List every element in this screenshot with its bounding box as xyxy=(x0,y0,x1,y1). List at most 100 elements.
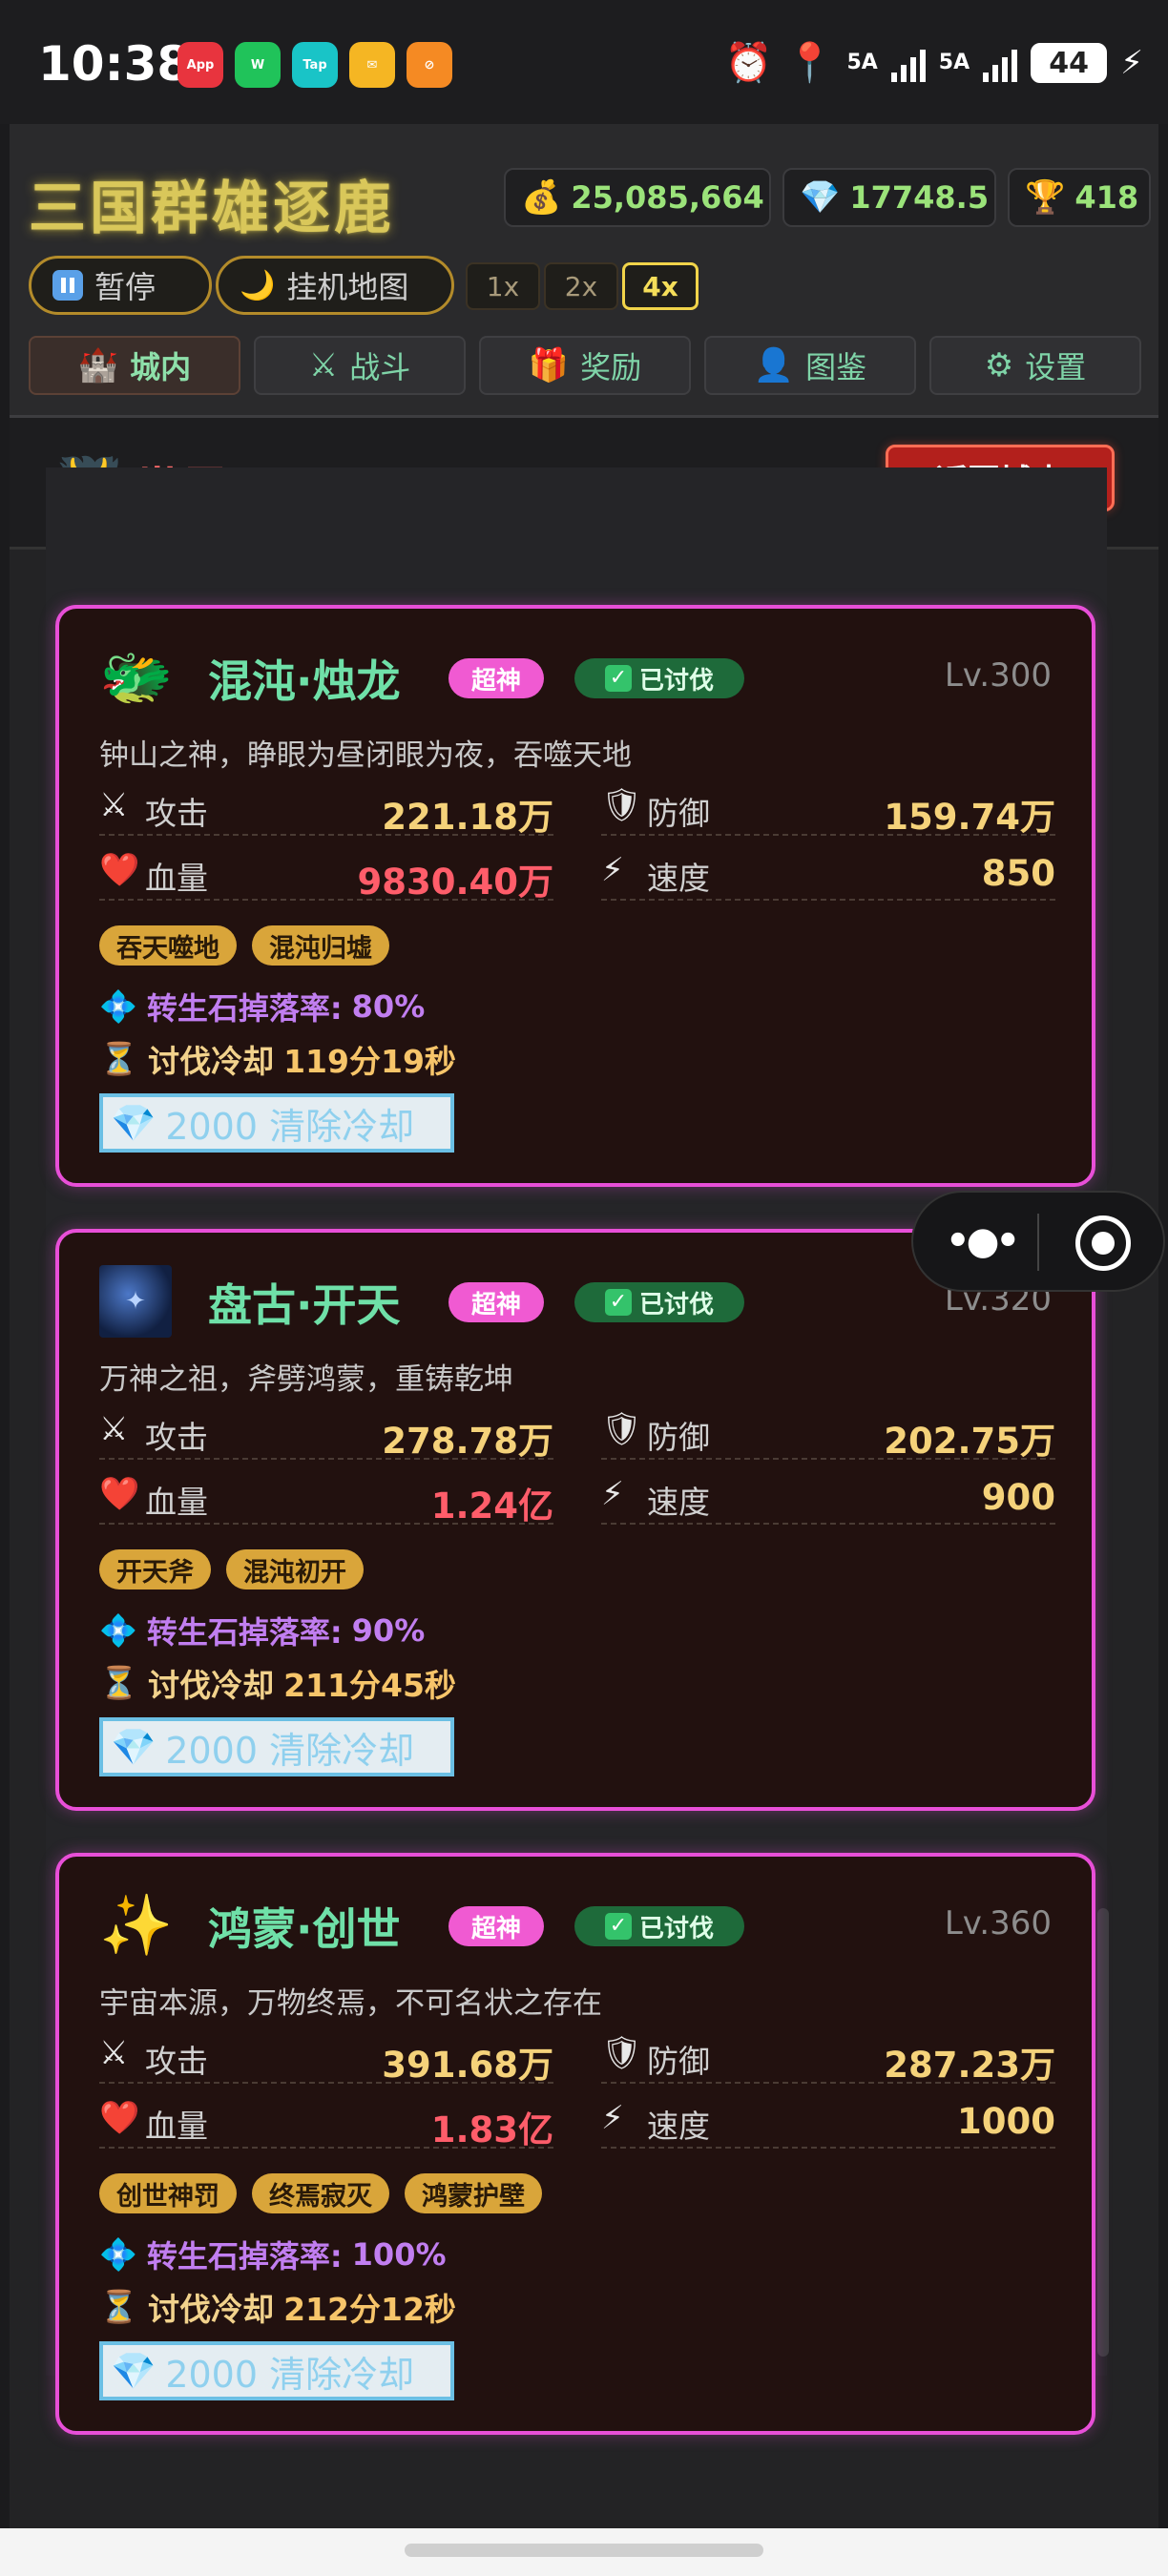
alarm-icon: ⏰ xyxy=(724,41,773,85)
check-icon: ✓ xyxy=(604,1289,632,1316)
diamond-icon: 💎 xyxy=(111,1725,156,1768)
shield-icon: 🛡 xyxy=(601,2034,643,2072)
tab-label: 城内 xyxy=(130,349,192,385)
stat-label: 速度 xyxy=(647,1484,710,1521)
navigation-bar xyxy=(0,2528,1168,2576)
cooldown-value: 119分19秒 xyxy=(283,1043,456,1080)
skill-list: 吞天噬地 混沌归墟 xyxy=(99,925,389,966)
speed-2x-button[interactable]: 2x xyxy=(544,262,618,310)
hp-stat: ❤️ 血量 1.83亿 xyxy=(99,2089,553,2150)
tab-codex[interactable]: 👤 图鉴 xyxy=(704,336,916,395)
gem-icon: 💠 xyxy=(99,988,137,1025)
lightning-icon: ⚡ xyxy=(601,2099,624,2137)
drop-value: 90% xyxy=(351,1612,426,1649)
boss-name: 混沌·烛龙 xyxy=(208,655,401,707)
stat-label: 血量 xyxy=(145,1484,208,1521)
skill-tag: 混沌归墟 xyxy=(252,925,389,966)
stat-label: 血量 xyxy=(145,860,208,897)
trophy-value: 418 xyxy=(1074,179,1139,216)
boss-description: 万神之祖，斧劈鸿蒙，重铸乾坤 xyxy=(99,1362,513,1397)
heart-icon: ❤️ xyxy=(99,1475,140,1513)
trophy-counter: 🏆 418 xyxy=(1008,168,1151,227)
shield-icon: 🛡 xyxy=(601,786,643,824)
attack-stat: ⚔ 攻击 391.68万 xyxy=(99,2025,553,2086)
gem-icon: 💠 xyxy=(99,2236,137,2273)
stat-value: 1.24亿 xyxy=(430,1485,553,1527)
trophy-icon: 🏆 xyxy=(1025,178,1066,217)
sparkles-portrait-icon: ✨ xyxy=(99,1890,174,1960)
diamond-counter: 💎 17748.5 xyxy=(782,168,996,227)
speed-4x-button[interactable]: 4x xyxy=(622,262,699,310)
stat-label: 速度 xyxy=(647,860,710,897)
cooldown-value: 211分45秒 xyxy=(283,1667,456,1704)
drop-value: 80% xyxy=(351,988,426,1025)
defense-stat: 🛡 防御 159.74万 xyxy=(601,777,1055,838)
close-target-icon[interactable] xyxy=(1075,1215,1131,1271)
tab-battle[interactable]: ⚔ 战斗 xyxy=(254,336,466,395)
cooldown: ⏳ 讨伐冷却 119分19秒 xyxy=(99,1036,456,1082)
tab-settings[interactable]: ⚙ 设置 xyxy=(929,336,1141,395)
scrollbar[interactable] xyxy=(1097,1908,1109,2357)
skill-list: 开天斧 混沌初开 xyxy=(99,1549,364,1589)
dragon-portrait-icon: 🐲 xyxy=(99,642,174,712)
gold-counter: 💰 25,085,664 xyxy=(504,168,771,227)
cooldown-label: 讨伐冷却 xyxy=(148,1043,275,1080)
tab-rewards[interactable]: 🎁 奖励 xyxy=(479,336,691,395)
tab-label: 奖励 xyxy=(580,349,642,385)
stat-label: 攻击 xyxy=(145,2043,208,2080)
boss-card: ✨ 鸿蒙·创世 超神 ✓ 已讨伐 Lv.360 宇宙本源，万物终焉，不可名状之存在… xyxy=(55,1853,1095,2435)
diamond-icon: 💎 xyxy=(111,2349,156,2392)
location-icon: 📍 xyxy=(785,41,834,85)
stat-value: 278.78万 xyxy=(382,1421,553,1462)
defense-stat: 🛡 防御 202.75万 xyxy=(601,1401,1055,1462)
battery-icon: 44 xyxy=(1031,43,1108,83)
clear-cooldown-button[interactable]: 💎 2000 清除冷却 xyxy=(99,1093,454,1153)
skill-tag: 开天斧 xyxy=(99,1549,211,1589)
attack-stat: ⚔ 攻击 221.18万 xyxy=(99,777,553,838)
stat-label: 防御 xyxy=(647,1419,710,1456)
stat-value: 850 xyxy=(981,853,1055,894)
sword-icon: ⚔ xyxy=(99,1410,129,1448)
status-badge: ✓ 已讨伐 xyxy=(574,1906,744,1946)
cooldown-label: 讨伐冷却 xyxy=(148,2291,275,2328)
idle-map-label: 挂机地图 xyxy=(286,269,409,305)
defense-stat: 🛡 防御 287.23万 xyxy=(601,2025,1055,2086)
tier-badge: 超神 xyxy=(448,1282,544,1322)
stat-label: 速度 xyxy=(647,2108,710,2145)
stat-value: 221.18万 xyxy=(382,797,553,838)
skill-tag: 终焉寂灭 xyxy=(252,2173,389,2213)
diamond-icon: 💎 xyxy=(111,1101,156,1144)
status-label: 已讨伐 xyxy=(638,1914,714,1943)
clear-cooldown-button[interactable]: 💎 2000 清除冷却 xyxy=(99,1717,454,1776)
speed-1x-button[interactable]: 1x xyxy=(466,262,540,310)
user-icon: 👤 xyxy=(753,346,795,384)
tab-label: 图鉴 xyxy=(805,349,867,385)
stat-label: 攻击 xyxy=(145,1419,208,1456)
swords-icon: ⚔ xyxy=(308,346,339,384)
drop-label: 转生石掉落率: xyxy=(146,2238,343,2275)
boss-card: 🐲 混沌·烛龙 超神 ✓ 已讨伐 Lv.300 钟山之神，睁眼为昼闭眼为夜，吞噬天… xyxy=(55,605,1095,1187)
clear-cooldown-button[interactable]: 💎 2000 清除冷却 xyxy=(99,2341,454,2400)
skill-tag: 鸿蒙护壁 xyxy=(405,2173,542,2213)
gem-icon: 💠 xyxy=(99,1612,137,1649)
stat-label: 防御 xyxy=(647,2043,710,2080)
status-label: 已讨伐 xyxy=(638,1290,714,1319)
drop-rate: 💠 转生石掉落率: 90% xyxy=(99,1609,425,1652)
more-icon[interactable]: •●• xyxy=(946,1219,1020,1263)
pause-label: 暂停 xyxy=(94,269,156,305)
speed-stat: ⚡ 速度 850 xyxy=(601,841,1055,901)
hourglass-icon: ⏳ xyxy=(99,1040,139,1077)
taptap-icon: Tap xyxy=(292,42,338,88)
speed-stat: ⚡ 速度 900 xyxy=(601,1465,1055,1525)
clear-cooldown-label: 2000 清除冷却 xyxy=(165,1729,415,1772)
pause-button[interactable]: 暂停 xyxy=(29,256,212,315)
boss-description: 宇宙本源，万物终焉，不可名状之存在 xyxy=(99,1986,602,2021)
home-indicator[interactable] xyxy=(405,2544,763,2557)
app-icon: ⊘ xyxy=(407,42,452,88)
idle-map-button[interactable]: 🌙 挂机地图 xyxy=(216,256,454,315)
clear-cooldown-label: 2000 清除冷却 xyxy=(165,1105,415,1148)
tab-city[interactable]: 🏰 城内 xyxy=(29,336,240,395)
diamond-icon: 💎 xyxy=(800,178,841,217)
boss-description: 钟山之神，睁眼为昼闭眼为夜，吞噬天地 xyxy=(99,738,632,773)
status-bar: 10:38 App W Tap ✉ ⊘ ⏰ 📍 5A 5A 44 ⚡ xyxy=(0,0,1168,124)
